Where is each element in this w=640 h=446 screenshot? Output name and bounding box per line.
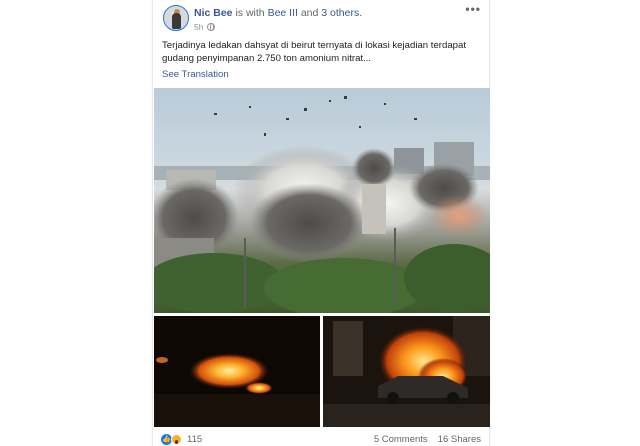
author-name[interactable]: Nic Bee [194, 7, 233, 19]
explosion-photo[interactable] [154, 88, 490, 313]
burning-car-art [323, 316, 490, 427]
see-translation-link[interactable]: See Translation [162, 69, 229, 80]
post-time[interactable]: 5h [194, 22, 203, 32]
night-fire-art [154, 316, 320, 427]
and-text: and [300, 7, 319, 19]
post-meta: 5h [194, 22, 216, 32]
shares-link[interactable]: 16 Shares [438, 434, 481, 445]
author-line: Nic Bee is with Bee III and 3 others. [194, 7, 444, 20]
with-text: is with [235, 7, 265, 19]
night-fire-photo[interactable] [154, 316, 320, 427]
reactions-summary[interactable]: 👍 115 [161, 434, 202, 445]
avatar-figure [172, 13, 181, 29]
globe-icon[interactable] [207, 23, 216, 31]
comments-link[interactable]: 5 Comments [374, 434, 428, 445]
others-link[interactable]: 3 others. [321, 7, 362, 19]
more-options-button[interactable]: ••• [465, 3, 481, 15]
burning-car-photo[interactable] [323, 316, 490, 427]
author-avatar[interactable] [163, 5, 189, 31]
wow-icon [171, 434, 182, 445]
reaction-count: 115 [187, 434, 203, 445]
tagged-friend-link[interactable]: Bee III [268, 7, 298, 19]
facebook-post: Nic Bee is with Bee III and 3 others. 5h… [152, 0, 490, 446]
engagement-stats: 5 Comments 16 Shares [374, 434, 481, 445]
post-body: Terjadinya ledakan dahsyat di beirut ter… [162, 40, 466, 64]
explosion-photo-art [154, 96, 490, 313]
